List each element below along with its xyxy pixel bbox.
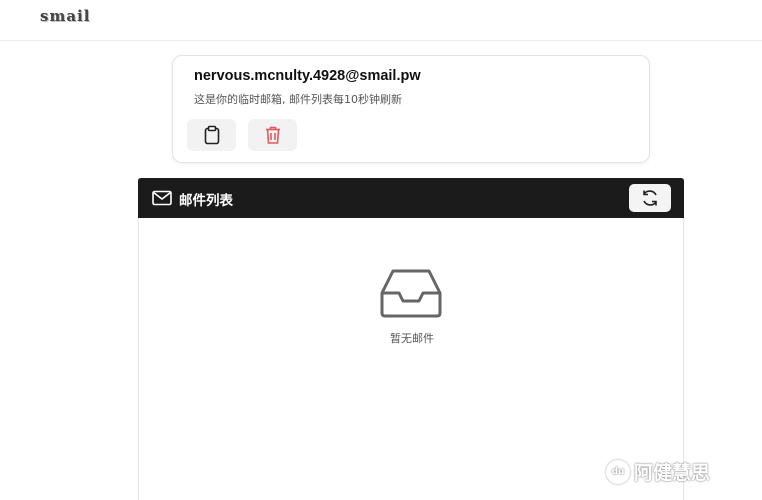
refresh-button[interactable]: [629, 184, 671, 212]
watermark-logo-icon: du: [606, 459, 630, 484]
trash-icon: [265, 126, 280, 144]
mail-icon: [152, 190, 172, 206]
email-card: nervous.mcnulty.4928@smail.pw 这是你的临时邮箱, …: [172, 55, 650, 163]
app-logo[interactable]: smail: [40, 7, 90, 25]
empty-state-text: 暂无邮件: [390, 332, 434, 345]
email-note: 这是你的临时邮箱, 邮件列表每10秒钟刷新: [194, 93, 402, 106]
refresh-icon: [643, 190, 657, 206]
mail-list-panel: 邮件列表 暂无邮件: [138, 178, 684, 500]
clipboard-icon: [204, 125, 219, 145]
watermark-text: 阿健慧思: [634, 462, 711, 484]
top-bar: smail: [0, 0, 762, 41]
email-address: nervous.mcnulty.4928@smail.pw: [194, 68, 421, 84]
inbox-icon: [380, 269, 442, 318]
copy-button[interactable]: [187, 119, 236, 151]
delete-button[interactable]: [248, 119, 297, 151]
mail-list-title: 邮件列表: [179, 193, 233, 209]
mail-list-header: 邮件列表: [138, 178, 684, 218]
watermark: du 阿健慧思: [606, 458, 710, 485]
